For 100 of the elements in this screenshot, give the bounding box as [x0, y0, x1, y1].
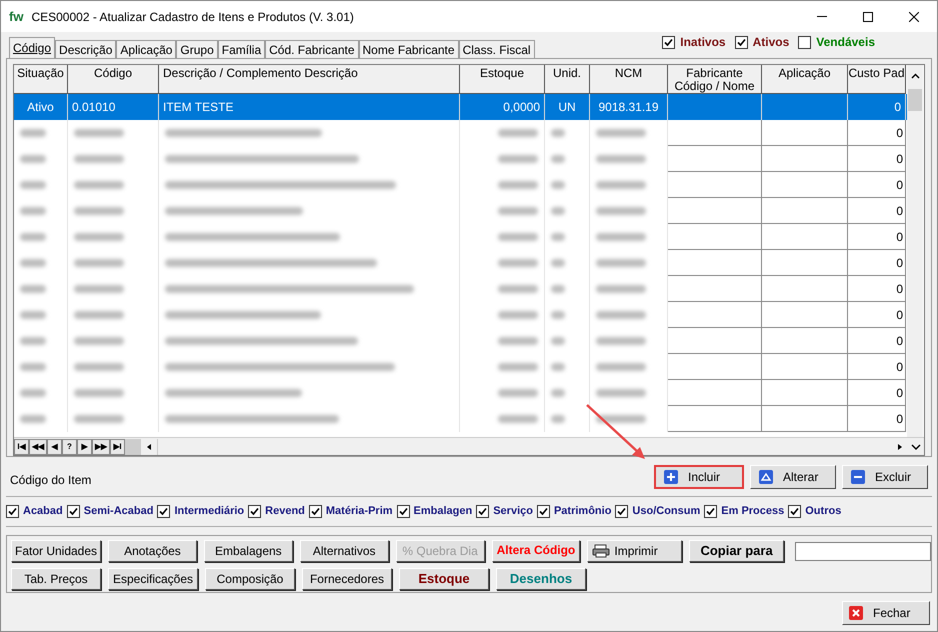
checkbox[interactable]	[248, 505, 262, 518]
tab[interactable]: Família	[218, 40, 266, 58]
tab[interactable]: Aplicação	[116, 40, 176, 58]
table-cell-text: 0	[896, 150, 903, 168]
checkbox[interactable]	[6, 505, 19, 518]
table-cell-text: 0	[896, 124, 903, 142]
category-label: Embalagen	[414, 504, 472, 520]
tab[interactable]: Grupo	[176, 40, 218, 58]
action-button[interactable]: Composição	[205, 568, 295, 590]
column-header[interactable]: Situação	[14, 65, 68, 94]
blurred-text	[74, 233, 124, 241]
record-button[interactable]: Alterar	[750, 464, 836, 488]
action-button[interactable]: Copiar para	[689, 540, 784, 562]
blurred-text	[498, 155, 538, 163]
checkbox[interactable]	[615, 505, 628, 518]
navigator-button[interactable]: ▶I	[110, 438, 125, 454]
blurred-text	[74, 415, 124, 423]
column-header[interactable]: Unid.	[545, 65, 590, 94]
column-header[interactable]: Estoque	[460, 65, 545, 94]
table-cell-text: 0	[896, 254, 903, 272]
blurred-text	[596, 259, 646, 267]
copy-target-field[interactable]	[794, 542, 931, 560]
checkbox[interactable]	[66, 505, 80, 518]
horizontal-scroll-thumb[interactable]	[125, 438, 141, 454]
table-cell-text: 0	[896, 306, 903, 324]
column-header[interactable]: Descrição / Complemento Descrição	[159, 65, 460, 94]
blurred-text	[596, 129, 646, 137]
blurred-text	[596, 155, 646, 163]
blurred-text	[74, 337, 124, 345]
checkbox[interactable]	[704, 505, 718, 518]
action-button[interactable]: Estoque	[399, 568, 489, 590]
close-window-button[interactable]: Fechar	[842, 601, 930, 625]
table-cell-text: 0	[896, 176, 903, 194]
blurred-text	[74, 181, 124, 189]
blurred-text	[551, 311, 565, 319]
tab[interactable]: Descrição	[55, 40, 116, 58]
vertical-scrollbar[interactable]	[907, 65, 923, 437]
checkbox[interactable]	[396, 505, 410, 518]
column-header[interactable]: Aplicação	[762, 65, 848, 94]
blurred-text	[498, 233, 538, 241]
blurred-text	[551, 155, 565, 163]
blurred-text	[20, 129, 46, 137]
blurred-text	[498, 285, 538, 293]
print-button[interactable]: Imprimir	[587, 540, 682, 562]
table-cell-text: UN	[558, 99, 576, 116]
column-header[interactable]: Fabricante Código / Nome	[668, 65, 762, 94]
blurred-text	[596, 233, 646, 241]
table-cell-text: 0	[896, 202, 903, 220]
blurred-text	[498, 415, 538, 423]
category-label: Acabad	[23, 504, 63, 520]
blurred-text	[74, 155, 124, 163]
blurred-text	[20, 207, 46, 215]
action-button[interactable]: Anotações	[108, 540, 197, 562]
action-button[interactable]: Fornecedores	[302, 568, 392, 590]
filter-label: Inativos	[680, 34, 726, 51]
checkbox[interactable]	[476, 505, 490, 518]
tab[interactable]: Código	[9, 37, 56, 58]
blurred-text	[20, 415, 46, 423]
tab[interactable]: Cód. Fabricante	[265, 40, 359, 58]
record-button[interactable]: Excluir	[842, 464, 928, 488]
blurred-text	[498, 389, 538, 397]
action-button[interactable]: Tab. Preços	[11, 568, 101, 590]
category-label: Outros	[805, 504, 842, 520]
blurred-text	[498, 311, 538, 319]
action-button[interactable]: Embalagens	[204, 540, 293, 562]
record-button[interactable]: Incluir	[654, 464, 744, 488]
checkbox[interactable]	[662, 36, 676, 48]
checkbox[interactable]	[798, 36, 812, 48]
checkbox[interactable]	[308, 505, 322, 518]
action-button[interactable]: Especificações	[108, 568, 198, 590]
checkbox[interactable]	[734, 36, 748, 48]
navigator-button[interactable]: ▶	[77, 438, 92, 454]
table-cell-text: 0	[896, 358, 903, 376]
plus-icon	[664, 470, 678, 484]
column-header[interactable]: Custo Pad	[848, 65, 906, 94]
action-button[interactable]: Fator Unidades	[11, 540, 101, 562]
blurred-text	[551, 233, 565, 241]
scroll-thumb[interactable]	[908, 89, 922, 111]
column-header[interactable]: Código	[68, 65, 159, 94]
checkbox[interactable]	[536, 505, 550, 518]
blurred-text	[596, 337, 646, 345]
blurred-text	[498, 207, 538, 215]
navigator-button[interactable]: ?	[62, 438, 77, 454]
navigator-button[interactable]: ◀	[47, 438, 62, 454]
tab[interactable]: Nome Fabricante	[358, 40, 459, 58]
checkbox[interactable]	[788, 505, 802, 518]
maximize-icon	[863, 12, 873, 22]
checkbox[interactable]	[157, 505, 170, 518]
field-label: Código do Item	[10, 472, 92, 488]
printer-icon	[592, 544, 610, 558]
action-button[interactable]: Alternativos	[300, 540, 389, 562]
navigator-button[interactable]: ▶▶	[92, 438, 110, 454]
column-header[interactable]: NCM	[590, 65, 668, 94]
action-button[interactable]: Desenhos	[496, 568, 586, 590]
table-row[interactable]: Ativo 0.01010 ITEM TESTE 0,0000 UN 9018.31.19 0	[14, 94, 907, 120]
blurred-text	[498, 129, 538, 137]
navigator-button[interactable]: ◀◀	[29, 438, 47, 454]
navigator-button[interactable]: I◀	[14, 438, 29, 454]
blurred-text	[498, 337, 538, 345]
tab[interactable]: Class. Fiscal	[458, 40, 535, 58]
